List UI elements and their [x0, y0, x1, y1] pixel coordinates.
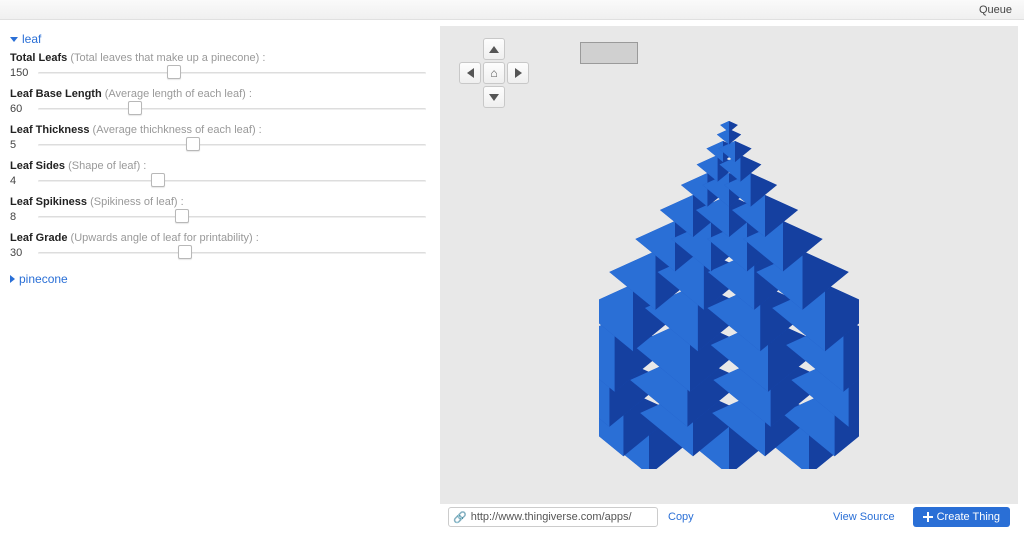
- link-icon: 🔗: [453, 511, 467, 524]
- param-slider[interactable]: [38, 136, 426, 154]
- param-hint: (Spikiness of leaf) :: [90, 196, 184, 208]
- param-value: 30: [10, 247, 38, 259]
- param-label: Leaf Sides (Shape of leaf) :: [10, 160, 426, 172]
- slider-thumb[interactable]: [175, 209, 189, 223]
- section-leaf-header[interactable]: leaf: [10, 28, 426, 50]
- slider-thumb[interactable]: [128, 101, 142, 115]
- rotate-down-button[interactable]: [483, 86, 505, 108]
- rotate-left-button[interactable]: [459, 62, 481, 84]
- param-value: 4: [10, 175, 38, 187]
- create-thing-label: Create Thing: [937, 511, 1000, 523]
- viewer-column: ⌂: [440, 20, 1024, 530]
- param-value: 5: [10, 139, 38, 151]
- plus-circle-icon: [923, 512, 933, 522]
- param-row: Leaf Thickness (Average thichkness of ea…: [10, 124, 426, 154]
- section-pinecone-title: pinecone: [19, 272, 68, 286]
- param-value: 150: [10, 67, 38, 79]
- triangle-up-icon: [489, 46, 499, 53]
- slider-thumb[interactable]: [178, 245, 192, 259]
- section-leaf-title: leaf: [22, 32, 41, 46]
- main-area: leaf Total Leafs (Total leaves that make…: [0, 20, 1024, 530]
- create-thing-button[interactable]: Create Thing: [913, 507, 1010, 527]
- param-hint: (Average thichkness of each leaf) :: [93, 124, 262, 136]
- param-value: 8: [10, 211, 38, 223]
- param-label: Leaf Thickness (Average thichkness of ea…: [10, 124, 426, 136]
- triangle-left-icon: [467, 68, 474, 78]
- zoom-indicator[interactable]: [580, 42, 638, 64]
- view-source-link[interactable]: View Source: [833, 511, 895, 523]
- param-label: Leaf Grade (Upwards angle of leaf for pr…: [10, 232, 426, 244]
- param-slider[interactable]: [38, 244, 426, 262]
- home-view-button[interactable]: ⌂: [483, 62, 505, 84]
- share-url-input[interactable]: [471, 511, 653, 523]
- chevron-right-icon: [10, 275, 15, 283]
- queue-link[interactable]: Queue: [979, 4, 1012, 16]
- param-name: Leaf Thickness: [10, 124, 89, 136]
- param-hint: (Total leaves that make up a pinecone) :: [70, 52, 265, 64]
- param-label: Total Leafs (Total leaves that make up a…: [10, 52, 426, 64]
- leaf-params: Total Leafs (Total leaves that make up a…: [10, 52, 426, 262]
- param-slider[interactable]: [38, 64, 426, 82]
- param-name: Leaf Sides: [10, 160, 65, 172]
- param-hint: (Upwards angle of leaf for printability)…: [71, 232, 259, 244]
- triangle-right-icon: [515, 68, 522, 78]
- 3d-viewer[interactable]: ⌂: [440, 26, 1018, 504]
- param-label: Leaf Base Length (Average length of each…: [10, 88, 426, 100]
- param-hint: (Shape of leaf) :: [68, 160, 146, 172]
- param-slider[interactable]: [38, 172, 426, 190]
- param-row: Leaf Grade (Upwards angle of leaf for pr…: [10, 232, 426, 262]
- param-slider[interactable]: [38, 100, 426, 118]
- section-pinecone-header[interactable]: pinecone: [10, 268, 426, 290]
- param-value: 60: [10, 103, 38, 115]
- triangle-down-icon: [489, 94, 499, 101]
- parameter-sidebar: leaf Total Leafs (Total leaves that make…: [0, 20, 440, 530]
- param-name: Total Leafs: [10, 52, 67, 64]
- param-name: Leaf Grade: [10, 232, 67, 244]
- param-row: Leaf Spikiness (Spikiness of leaf) : 8: [10, 196, 426, 226]
- param-hint: (Average length of each leaf) :: [105, 88, 252, 100]
- view-navpad: ⌂: [458, 38, 530, 110]
- param-row: Total Leafs (Total leaves that make up a…: [10, 52, 426, 82]
- chevron-down-icon: [10, 37, 18, 42]
- slider-thumb[interactable]: [186, 137, 200, 151]
- param-label: Leaf Spikiness (Spikiness of leaf) :: [10, 196, 426, 208]
- param-name: Leaf Spikiness: [10, 196, 87, 208]
- home-icon: ⌂: [490, 66, 497, 80]
- param-slider[interactable]: [38, 208, 426, 226]
- rotate-up-button[interactable]: [483, 38, 505, 60]
- slider-thumb[interactable]: [151, 173, 165, 187]
- pinecone-model: [599, 99, 859, 469]
- rotate-right-button[interactable]: [507, 62, 529, 84]
- param-row: Leaf Sides (Shape of leaf) : 4: [10, 160, 426, 190]
- copy-link[interactable]: Copy: [668, 511, 694, 523]
- share-url-box: 🔗: [448, 507, 658, 527]
- top-bar: Queue: [0, 0, 1024, 20]
- param-row: Leaf Base Length (Average length of each…: [10, 88, 426, 118]
- footer-bar: 🔗 Copy View Source Create Thing: [440, 504, 1018, 530]
- param-name: Leaf Base Length: [10, 88, 102, 100]
- slider-thumb[interactable]: [167, 65, 181, 79]
